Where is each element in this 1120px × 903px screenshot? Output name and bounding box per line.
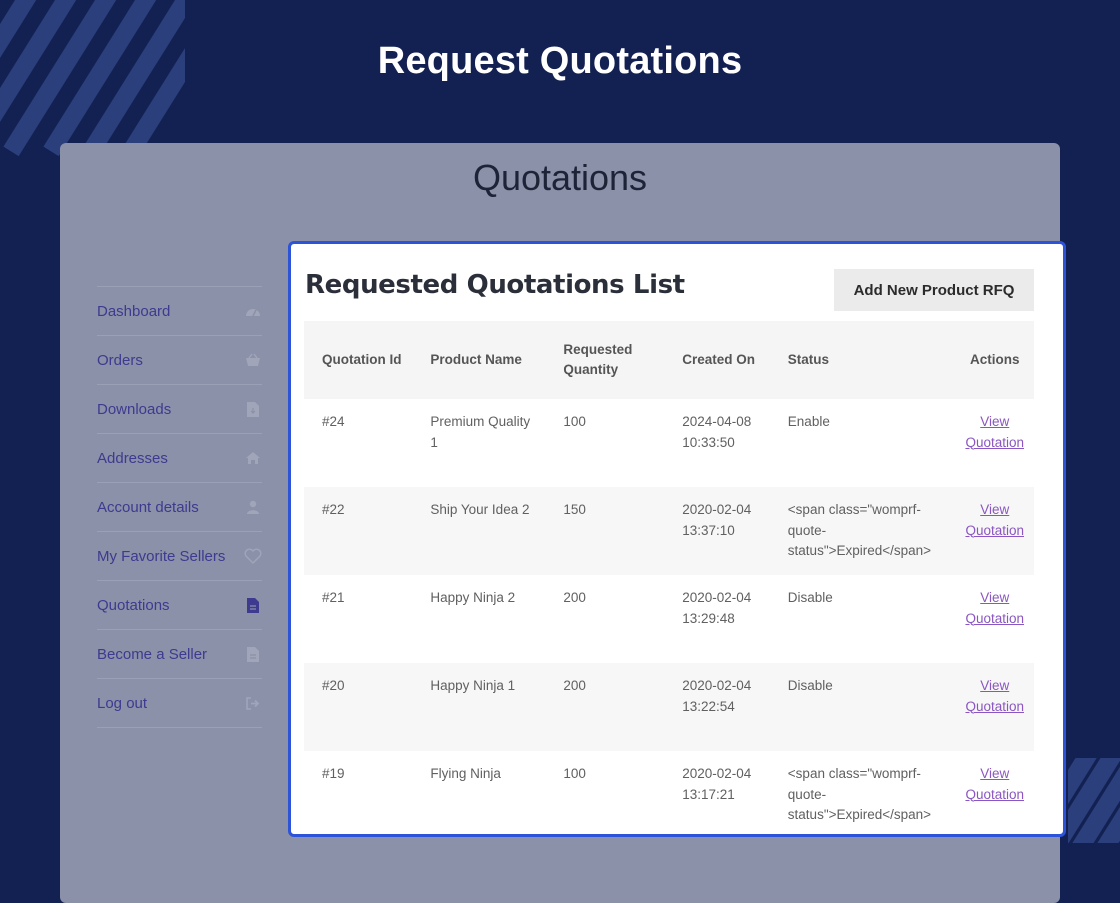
nav-item-logout[interactable]: Log out (97, 678, 262, 728)
cell-status: <span class="womprf-quote-status">Expire… (769, 751, 966, 834)
column-header-quotation-id: Quotation Id (304, 321, 413, 399)
hero-title: Request Quotations (377, 40, 743, 82)
cell-quotation-id: #22 (304, 487, 413, 575)
cell-quotation-id: #21 (304, 575, 413, 663)
file-text-icon (244, 645, 262, 663)
nav-item-label: Quotations (97, 596, 170, 614)
basket-icon (244, 351, 262, 369)
cell-requested-quantity: 100 (545, 751, 665, 834)
nav-item-quotations[interactable]: Quotations (97, 580, 262, 629)
column-header-created-on: Created On (664, 321, 770, 399)
table-row: #24 Premium Quality 1 100 2024-04-08 10:… (304, 399, 1034, 487)
cell-quotation-id: #24 (304, 399, 413, 487)
nav-item-orders[interactable]: Orders (97, 335, 262, 384)
cell-product-name: Happy Ninja 2 (412, 575, 546, 663)
cell-product-name: Ship Your Idea 2 (412, 487, 546, 575)
cell-actions: View Quotation (965, 751, 1034, 834)
cell-status: Disable (769, 575, 966, 663)
view-quotation-link[interactable]: View Quotation (965, 590, 1024, 626)
account-navigation: Dashboard Orders Downloads Addresses Acc… (97, 286, 262, 728)
decorative-stripes-right (1068, 758, 1120, 843)
panel-heading: Quotations (472, 157, 648, 198)
cell-actions: View Quotation (965, 399, 1034, 487)
cell-requested-quantity: 100 (545, 399, 665, 487)
nav-item-label: My Favorite Sellers (97, 547, 226, 565)
cell-created-on: 2020-02-04 13:17:21 (664, 751, 770, 834)
cell-actions: View Quotation (965, 575, 1034, 663)
nav-item-label: Addresses (97, 449, 168, 467)
nav-item-become-seller[interactable]: Become a Seller (97, 629, 262, 678)
cell-status: <span class="womprf-quote-status">Expire… (769, 487, 966, 575)
cell-requested-quantity: 200 (545, 575, 665, 663)
cell-created-on: 2024-04-08 10:33:50 (664, 399, 770, 487)
nav-item-label: Orders (97, 351, 143, 369)
nav-item-downloads[interactable]: Downloads (97, 384, 262, 433)
column-header-product-name: Product Name (412, 321, 546, 399)
cell-created-on: 2020-02-04 13:29:48 (664, 575, 770, 663)
file-icon (244, 596, 262, 614)
add-new-product-rfq-button[interactable]: Add New Product RFQ (834, 269, 1034, 311)
cell-created-on: 2020-02-04 13:37:10 (664, 487, 770, 575)
dashboard-icon (244, 302, 262, 320)
nav-item-addresses[interactable]: Addresses (97, 433, 262, 482)
nav-item-label: Log out (97, 694, 148, 712)
column-header-status: Status (769, 321, 966, 399)
cell-actions: View Quotation (965, 487, 1034, 575)
view-quotation-link[interactable]: View Quotation (965, 766, 1024, 802)
cell-status: Disable (769, 663, 966, 751)
column-header-requested-quantity: Requested Quantity (545, 321, 665, 399)
nav-item-favorite-sellers[interactable]: My Favorite Sellers (97, 531, 262, 580)
nav-item-label: Dashboard (97, 302, 171, 320)
cell-product-name: Flying Ninja (412, 751, 546, 834)
table-row: #22 Ship Your Idea 2 150 2020-02-04 13:3… (304, 487, 1034, 575)
user-icon (244, 498, 262, 516)
quotations-card: Requested Quotations List Add New Produc… (288, 241, 1066, 837)
nav-item-label: Downloads (97, 400, 172, 418)
table-row: #19 Flying Ninja 100 2020-02-04 13:17:21… (304, 751, 1034, 834)
nav-item-label: Become a Seller (97, 645, 208, 663)
view-quotation-link[interactable]: View Quotation (965, 414, 1024, 450)
nav-item-dashboard[interactable]: Dashboard (97, 286, 262, 335)
cell-actions: View Quotation (965, 663, 1034, 751)
nav-item-label: Account details (97, 498, 199, 516)
cell-product-name: Happy Ninja 1 (412, 663, 546, 751)
table-header-row: Quotation Id Product Name Requested Quan… (304, 321, 1034, 399)
card-title: Requested Quotations List (305, 270, 685, 300)
view-quotation-link[interactable]: View Quotation (965, 678, 1024, 714)
cell-quotation-id: #20 (304, 663, 413, 751)
quotations-table: Quotation Id Product Name Requested Quan… (304, 321, 1034, 834)
table-row: #21 Happy Ninja 2 200 2020-02-04 13:29:4… (304, 575, 1034, 663)
cell-requested-quantity: 150 (545, 487, 665, 575)
home-icon (244, 449, 262, 467)
cell-quotation-id: #19 (304, 751, 413, 834)
view-quotation-link[interactable]: View Quotation (965, 502, 1024, 538)
column-header-actions: Actions (965, 321, 1034, 399)
table-row: #20 Happy Ninja 1 200 2020-02-04 13:22:5… (304, 663, 1034, 751)
nav-item-account-details[interactable]: Account details (97, 482, 262, 531)
cell-product-name: Premium Quality 1 (412, 399, 546, 487)
cell-created-on: 2020-02-04 13:22:54 (664, 663, 770, 751)
file-download-icon (244, 400, 262, 418)
logout-icon (244, 694, 262, 712)
cell-status: Enable (769, 399, 966, 487)
heart-icon (244, 547, 262, 565)
cell-requested-quantity: 200 (545, 663, 665, 751)
